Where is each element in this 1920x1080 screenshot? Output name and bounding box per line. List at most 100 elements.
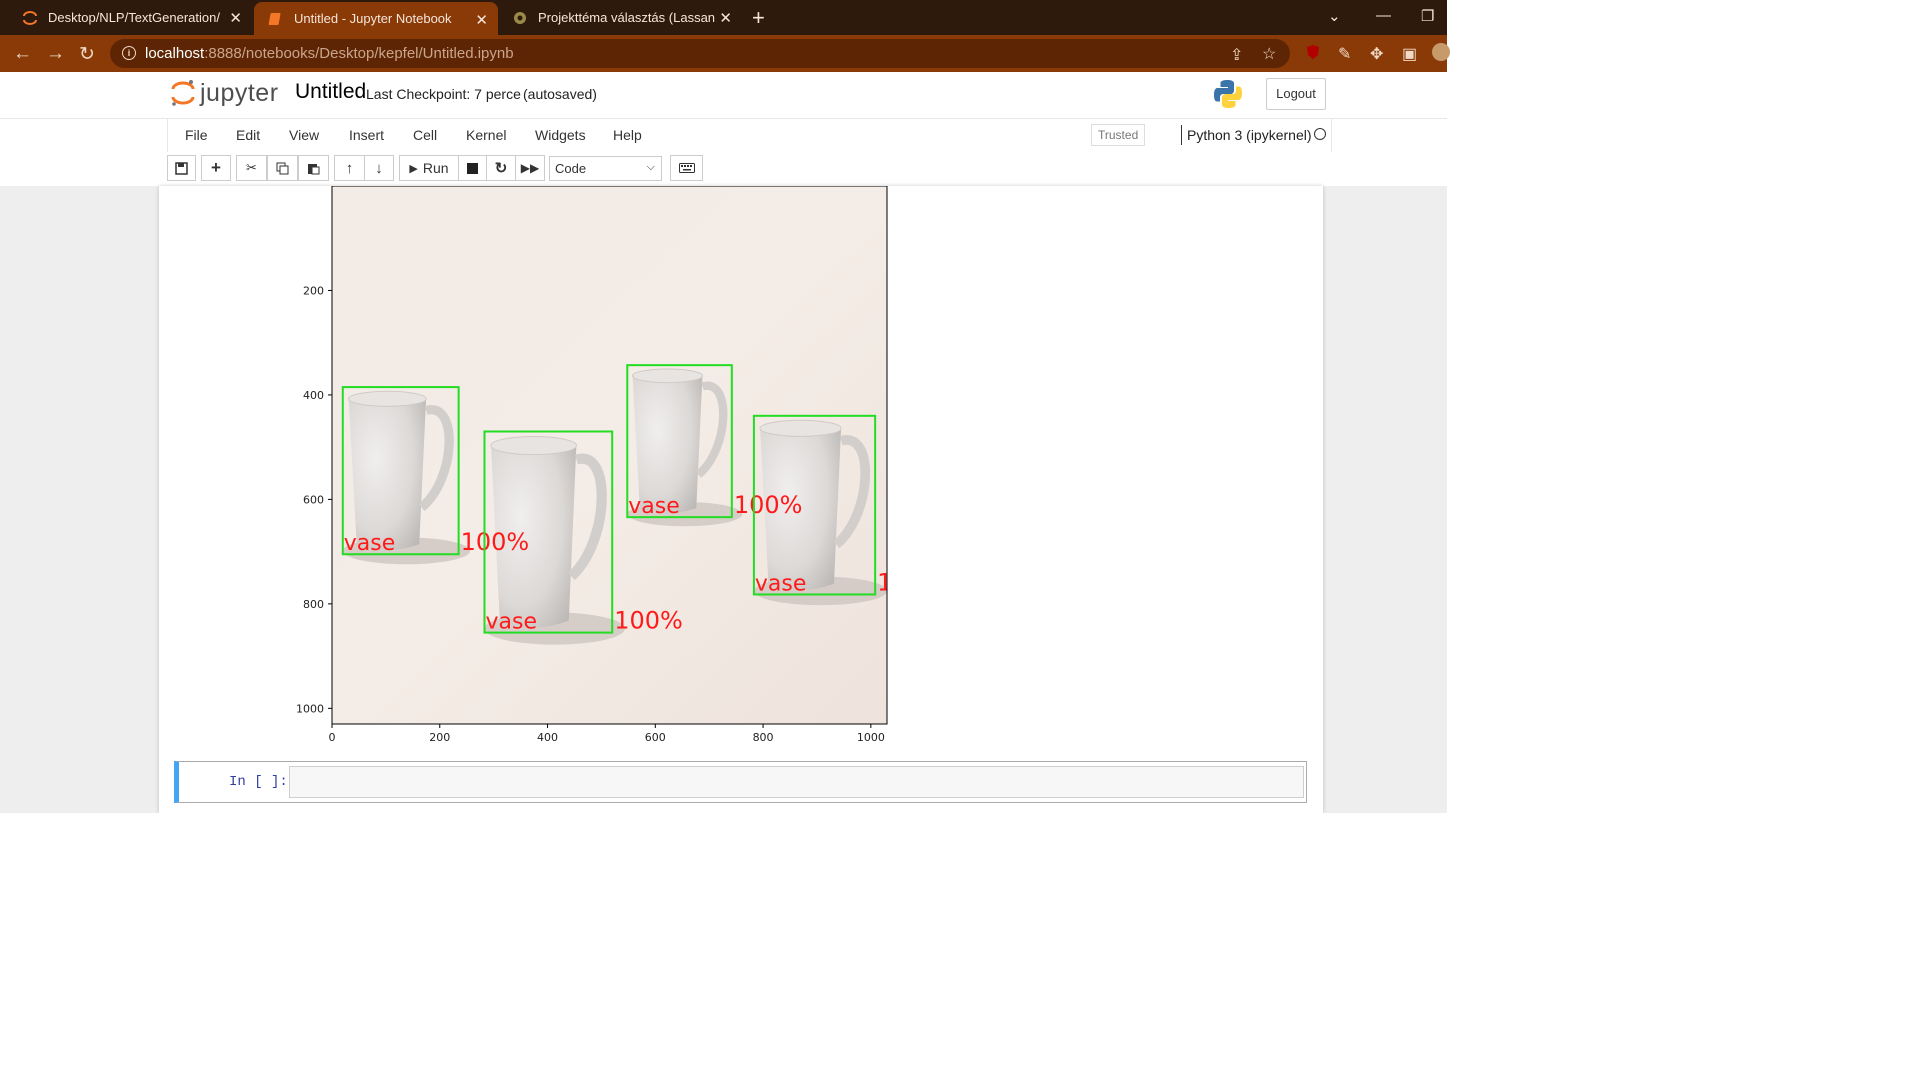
jupyter-header: jupyter Untitled Last Checkpoint: 7 perc…: [0, 72, 1447, 118]
detection-label: vase: [628, 494, 680, 519]
restore-icon[interactable]: ❐: [1421, 7, 1434, 25]
x-tick-label: 600: [645, 731, 666, 744]
keyboard-icon: [678, 163, 695, 173]
tab-title: Untitled - Jupyter Notebook: [294, 11, 452, 26]
mug-body: [632, 374, 703, 514]
jupyter-logo-icon: [171, 80, 195, 106]
profile-avatar[interactable]: [1432, 43, 1450, 66]
menu-cell[interactable]: Cell: [413, 127, 437, 143]
close-tab-icon[interactable]: ✕: [229, 9, 242, 27]
stop-icon: [467, 162, 478, 174]
detection-score: 100%: [877, 568, 910, 596]
output-image-plot: vase 100% vase 100% vase 100% vase 100% 200 400 6…: [290, 185, 910, 746]
chevron-down-icon: ⌵: [646, 161, 655, 173]
jupyter-tab-icon: [22, 10, 38, 26]
mug-rim: [348, 390, 427, 407]
save-button[interactable]: [167, 155, 196, 181]
browser-address-bar: ← → ↻ i localhost:8888/notebooks/Desktop…: [0, 35, 1450, 72]
tab-title: Desktop/NLP/TextGeneration/: [48, 10, 220, 25]
mug-rim: [759, 419, 842, 437]
x-tick-label: 200: [429, 731, 450, 744]
tab-search-icon[interactable]: ⌄: [1328, 7, 1341, 25]
arrow-down-icon: ↓: [375, 159, 383, 177]
bookmark-star-icon[interactable]: ☆: [1262, 44, 1276, 64]
kernel-name: Python 3 (ipykernel): [1187, 127, 1312, 143]
pen-extension-icon[interactable]: ✎: [1338, 44, 1351, 64]
forward-icon[interactable]: →: [46, 43, 65, 65]
x-tick-label: 400: [537, 731, 558, 744]
detection-figure: vase 100% vase 100% vase 100% vase 100% 200 400 6…: [296, 185, 910, 744]
command-palette-button[interactable]: [670, 155, 703, 181]
cut-button[interactable]: ✂: [236, 155, 267, 181]
close-tab-icon[interactable]: ✕: [475, 11, 488, 29]
detection-score: 100%: [614, 607, 683, 635]
site-info-icon[interactable]: i: [122, 46, 136, 60]
detection-score: 100%: [734, 491, 803, 519]
copy-button[interactable]: [267, 155, 298, 181]
cell-input-editor[interactable]: [289, 766, 1304, 798]
x-tick-label: 1000: [857, 731, 885, 744]
browser-tab[interactable]: Projekttéma választás (Lassan ne ✕: [498, 0, 742, 35]
kernel-separator: [1181, 125, 1182, 145]
code-cell[interactable]: In [ ]:: [174, 761, 1307, 803]
copy-icon: [276, 162, 289, 174]
restart-run-all-button[interactable]: ▶▶: [515, 155, 545, 181]
tab-title: Projekttéma választás (Lassan ne: [538, 10, 718, 25]
menu-file[interactable]: File: [185, 127, 208, 143]
interrupt-button[interactable]: [458, 155, 487, 181]
minimize-icon[interactable]: —: [1376, 7, 1391, 24]
menu-view[interactable]: View: [289, 127, 319, 143]
y-tick-label: 200: [303, 284, 324, 297]
autosave-status: (autosaved): [523, 86, 597, 102]
back-icon[interactable]: ←: [13, 43, 32, 65]
side-panel-icon[interactable]: ▣: [1402, 44, 1417, 64]
jupyter-wordmark: jupyter: [200, 78, 279, 107]
notebook-tab-icon: [268, 11, 284, 27]
share-icon[interactable]: ⇪: [1230, 45, 1243, 65]
logout-button[interactable]: Logout: [1266, 78, 1326, 110]
mug-body: [348, 397, 427, 551]
play-icon: ▶: [409, 162, 418, 175]
detection-label: vase: [344, 531, 396, 556]
ublock-icon[interactable]: [1305, 44, 1321, 65]
browser-tab[interactable]: Desktop/NLP/TextGeneration/ ✕: [8, 0, 252, 35]
kernel-idle-icon: [1314, 128, 1326, 140]
browser-tab-active[interactable]: Untitled - Jupyter Notebook ✕: [254, 2, 498, 35]
menu-edit[interactable]: Edit: [236, 127, 260, 143]
insert-cell-button[interactable]: +: [201, 155, 231, 181]
moodle-tab-icon: [512, 10, 528, 26]
restart-kernel-button[interactable]: ↻: [486, 155, 516, 181]
run-button[interactable]: ▶ Run: [399, 155, 459, 181]
mug-rim: [632, 368, 704, 384]
move-down-button[interactable]: ↓: [364, 155, 394, 181]
reload-icon[interactable]: ↻: [79, 43, 95, 66]
jupyter-logo[interactable]: jupyter: [170, 78, 279, 108]
paste-button[interactable]: [298, 155, 329, 181]
move-up-button[interactable]: ↑: [334, 155, 365, 181]
new-tab-icon[interactable]: +: [752, 5, 765, 31]
menu-kernel[interactable]: Kernel: [466, 127, 506, 143]
plus-icon: +: [211, 158, 221, 177]
save-icon: [175, 161, 188, 175]
detection-label: vase: [755, 571, 807, 596]
checkpoint-status: Last Checkpoint: 7 perce: [366, 86, 521, 102]
y-tick-label: 800: [303, 598, 324, 611]
trusted-indicator[interactable]: Trusted: [1091, 124, 1146, 146]
menu-help[interactable]: Help: [613, 127, 642, 143]
menu-insert[interactable]: Insert: [349, 127, 384, 143]
menubar-container: File Edit View Insert Cell Kernel Widget…: [167, 119, 1332, 153]
extensions-puzzle-icon[interactable]: ✥: [1370, 44, 1383, 64]
notebook-name[interactable]: Untitled: [295, 80, 366, 104]
y-tick-label: 600: [303, 493, 324, 506]
x-tick-label: 800: [753, 731, 774, 744]
restart-icon: ↻: [494, 160, 508, 177]
browser-tab-bar: Desktop/NLP/TextGeneration/ ✕ Untitled -…: [0, 0, 1447, 35]
scissors-icon: ✂: [246, 160, 257, 175]
url-text: localhost:8888/notebooks/Desktop/kepfel/…: [145, 45, 514, 62]
cell-type-select[interactable]: Code ⌵: [549, 156, 662, 181]
close-tab-icon[interactable]: ✕: [719, 9, 732, 27]
menu-widgets[interactable]: Widgets: [535, 127, 586, 143]
url-bar[interactable]: i localhost:8888/notebooks/Desktop/kepfe…: [110, 39, 1290, 68]
fast-forward-icon: ▶▶: [520, 161, 540, 175]
cell-type-value: Code: [555, 161, 587, 176]
